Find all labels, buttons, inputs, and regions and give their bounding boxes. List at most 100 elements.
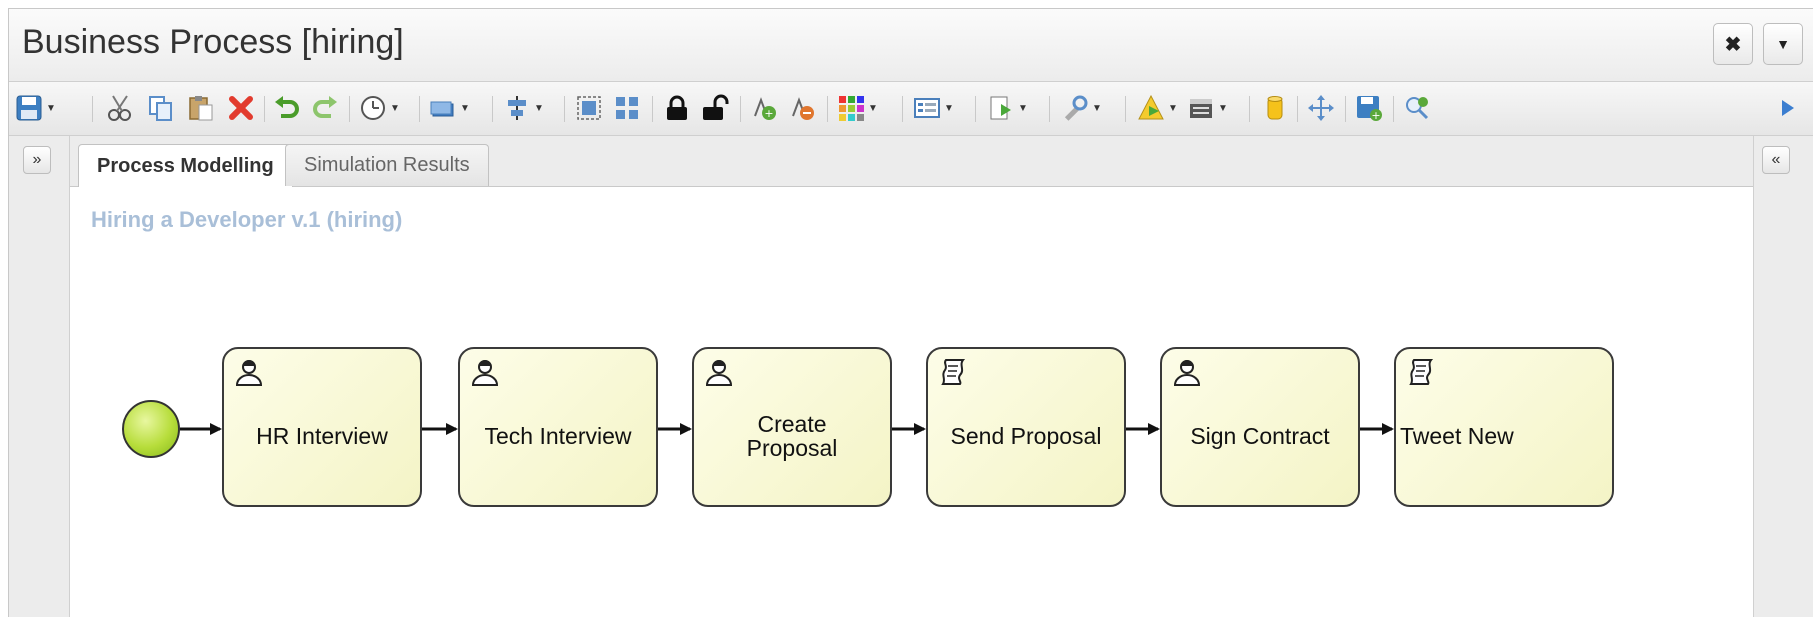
align-button[interactable]: ▼ (503, 94, 544, 122)
remove-docker-icon (792, 97, 814, 120)
group-icon (577, 96, 601, 120)
separator (827, 96, 828, 122)
align-icon (508, 96, 526, 120)
title-bar: Business Process [hiring] ✖ ▼ (9, 9, 1813, 82)
separator (492, 96, 493, 122)
window-menu-button[interactable]: ▼ (1763, 23, 1803, 65)
more-icon (1782, 100, 1794, 116)
save-icon (16, 95, 42, 121)
task-label: Create Proposal (746, 410, 838, 461)
separator (652, 96, 653, 122)
tools-icon (1064, 95, 1088, 121)
separator (1049, 96, 1050, 122)
separator (740, 96, 741, 122)
move-icon (1308, 95, 1334, 121)
separator (902, 96, 903, 122)
tab-simulation-results[interactable]: Simulation Results (285, 144, 489, 186)
unlock-icon (703, 94, 729, 120)
redo-icon (313, 96, 337, 118)
separator (349, 96, 350, 122)
unlock-button[interactable] (701, 94, 729, 122)
chevron-down-icon: ▼ (1218, 102, 1228, 114)
chevron-down-icon: ▼ (460, 102, 470, 114)
double-chevron-left-icon: « (1771, 151, 1781, 168)
separator (264, 96, 265, 122)
tab-label: Process Modelling (97, 154, 274, 177)
delete-button[interactable] (227, 94, 255, 122)
add-docker-button[interactable]: + (751, 94, 779, 122)
separator (1393, 96, 1394, 122)
tab-process-modelling[interactable]: Process Modelling (78, 144, 293, 187)
task-sign-contract[interactable]: Sign Contract (1160, 347, 1360, 507)
chevron-down-icon: ▼ (944, 102, 954, 114)
zoom-icon (1406, 97, 1429, 120)
separator (419, 96, 420, 122)
properties-button[interactable]: ▼ (913, 94, 954, 122)
tab-strip: Process Modelling Simulation Results (70, 136, 1753, 187)
undo-button[interactable] (273, 94, 301, 122)
expand-right-panel-button[interactable]: « (1762, 146, 1790, 174)
shape-button[interactable]: ▼ (429, 94, 470, 122)
color-icon (839, 96, 864, 121)
zoom-button[interactable] (1403, 94, 1431, 122)
close-button[interactable]: ✖ (1713, 23, 1753, 65)
validate-icon (1138, 94, 1164, 120)
tab-label: Simulation Results (304, 154, 470, 176)
left-panel-collapsed: » (9, 136, 70, 617)
close-x-icon: ✖ (1724, 33, 1742, 56)
group-button[interactable] (575, 94, 603, 122)
save-button[interactable]: ▼ (15, 94, 56, 122)
copy-icon (149, 96, 172, 121)
toolbar-overflow-button[interactable] (1779, 94, 1797, 122)
repository-icon (1267, 96, 1283, 120)
redo-button[interactable] (311, 94, 339, 122)
chevron-down-icon: ▼ (46, 102, 56, 114)
svg-text:+: + (764, 107, 773, 120)
chevron-down-icon: ▼ (534, 102, 544, 114)
move-button[interactable] (1307, 94, 1335, 122)
copy-button[interactable] (147, 94, 175, 122)
ungroup-button[interactable] (613, 94, 641, 122)
save-as-button[interactable]: + (1355, 94, 1383, 122)
chevron-down-icon: ▼ (1092, 102, 1102, 114)
chevron-down-icon: ▼ (868, 102, 878, 114)
toolbar: ▼ ▼ ▼ ▼ + ▼ ▼ ▼ ▼ ▼ ▼ + (9, 82, 1813, 136)
tools-button[interactable]: ▼ (1061, 94, 1102, 122)
color-button[interactable]: ▼ (837, 94, 878, 122)
task-tweet-new[interactable]: Tweet New (1394, 347, 1614, 507)
chevron-down-icon: ▼ (390, 102, 400, 114)
task-label: Send Proposal (950, 422, 1102, 449)
lock-button[interactable] (663, 94, 691, 122)
editor-window: Business Process [hiring] ✖ ▼ ▼ ▼ ▼ ▼ + … (8, 8, 1813, 617)
task-label: Sign Contract (1190, 422, 1330, 449)
task-create-proposal[interactable]: Create Proposal (692, 347, 892, 507)
history-button[interactable]: ▼ (359, 94, 400, 122)
separator (1297, 96, 1298, 122)
paste-button[interactable] (187, 94, 215, 122)
export-button[interactable]: ▼ (987, 94, 1028, 122)
task-send-proposal[interactable]: Send Proposal (926, 347, 1126, 507)
expand-left-panel-button[interactable]: » (23, 146, 51, 174)
separator (975, 96, 976, 122)
save-as-icon: + (1357, 96, 1382, 122)
separator (564, 96, 565, 122)
cut-button[interactable] (107, 94, 133, 122)
task-label: Tweet New (1400, 422, 1514, 449)
start-event[interactable] (122, 400, 180, 458)
simulation-button[interactable]: ▼ (1187, 94, 1228, 122)
separator (92, 96, 93, 122)
process-canvas[interactable]: Hiring a Developer v.1 (hiring) HR Inter… (70, 187, 1763, 617)
validate-button[interactable]: ▼ (1137, 94, 1178, 122)
properties-icon (914, 98, 940, 118)
svg-text:+: + (1371, 109, 1380, 122)
lock-icon (667, 95, 687, 120)
simulation-icon (1190, 99, 1212, 118)
export-icon (990, 96, 1011, 120)
add-docker-icon: + (754, 97, 776, 120)
remove-docker-button[interactable] (789, 94, 817, 122)
repository-button[interactable] (1261, 94, 1289, 122)
task-tech-interview[interactable]: Tech Interview (458, 347, 658, 507)
separator (1249, 96, 1250, 122)
dropdown-triangle-icon: ▼ (1776, 36, 1790, 52)
task-hr-interview[interactable]: HR Interview (222, 347, 422, 507)
